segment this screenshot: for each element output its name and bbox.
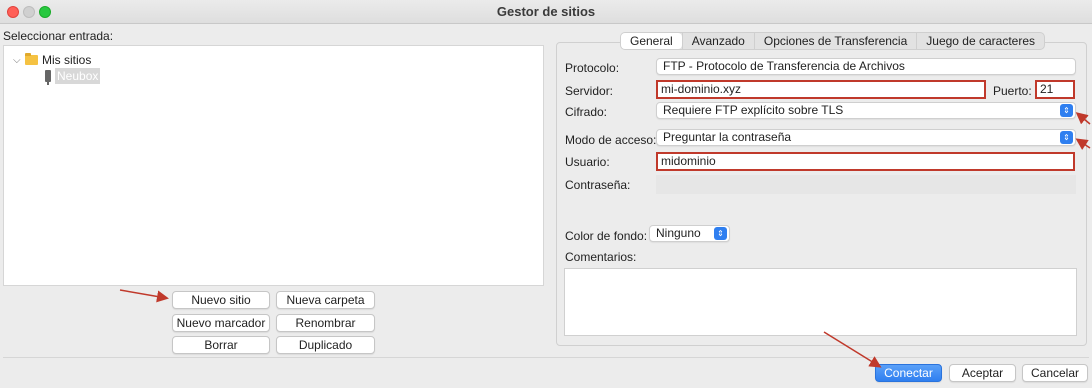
- arrow-connect: [823, 331, 882, 368]
- annotation-arrows: [119, 112, 1091, 368]
- arrow-encryption: [1075, 112, 1091, 125]
- arrow-access-mode: [1075, 138, 1091, 150]
- arrow-new-site: [119, 289, 169, 303]
